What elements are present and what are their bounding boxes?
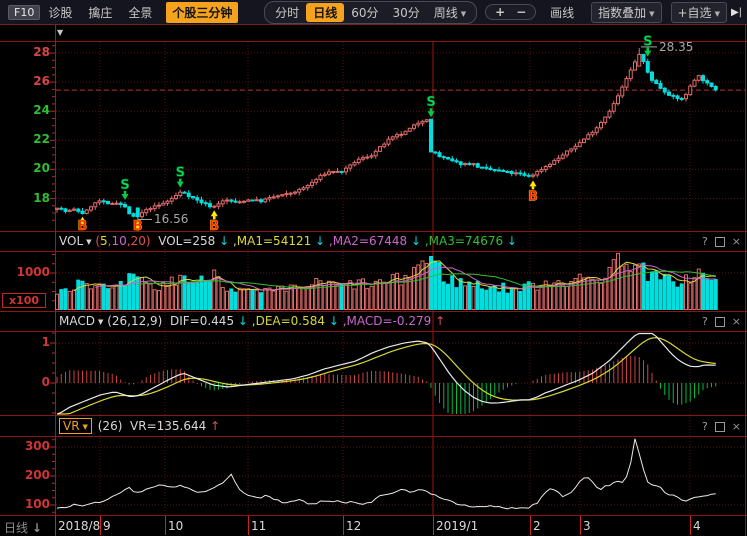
indicator-selector[interactable]: VOL▼ xyxy=(59,234,92,248)
header-value: ↓ xyxy=(315,234,325,248)
collapse-panel-icon[interactable]: ▶| xyxy=(731,7,742,18)
help-icon[interactable]: ? xyxy=(702,420,708,433)
indicator-selector[interactable]: VR▼ xyxy=(59,418,92,434)
header-value: ↑ xyxy=(435,314,445,328)
header-value: ↓ xyxy=(507,234,517,248)
sell-signal-label: S xyxy=(426,95,435,110)
axis-tick-label: 300 xyxy=(0,439,50,453)
header-value: VR=135.644 xyxy=(130,419,210,433)
chevron-down-icon: ▼ xyxy=(649,10,654,18)
buy-signal-arrow-icon xyxy=(211,210,218,219)
axis-tick-label: 24 xyxy=(0,103,50,117)
header-value: ,DEA=0.584 xyxy=(248,314,329,328)
time-axis-month-label: 9 xyxy=(103,519,111,533)
chevron-down-icon: ▼ xyxy=(83,423,88,431)
time-axis-month-label: 2 xyxy=(533,519,541,533)
stock-chart-app: BBBBSSSS F10 诊股擒庄全景 个股三分钟 分时日线60分30分周线▼ … xyxy=(0,0,747,536)
maximize-icon[interactable] xyxy=(715,317,725,327)
axis-tick-label: 22 xyxy=(0,132,50,146)
axis-tick-label: 1 xyxy=(0,335,50,349)
header-value: ↓ xyxy=(219,234,229,248)
maximize-icon[interactable] xyxy=(715,237,725,247)
axis-tick-label: 20 xyxy=(0,161,50,175)
header-value: ↓ xyxy=(411,234,421,248)
low-price-annotation: 16.56 xyxy=(154,212,188,226)
chart-canvas[interactable]: BBBBSSSS xyxy=(0,0,747,536)
buy-signal-arrow-icon xyxy=(530,180,537,189)
period-tab-30分[interactable]: 30分 xyxy=(385,3,426,22)
time-axis-month-label: 12 xyxy=(346,519,361,533)
high-price-annotation: 28.35 xyxy=(659,40,693,54)
toolbar: F10 诊股 擒庄 全景 个股三分钟 分时日线60分30分周线▼ + − 画线 指数… xyxy=(0,0,747,25)
time-axis-month-label: 2018/8 xyxy=(58,519,100,533)
axis-tick-label: 0 xyxy=(0,375,50,389)
header-value: 20 xyxy=(131,234,146,248)
axis-tick-label: 28 xyxy=(0,45,50,59)
macd-pane-header[interactable]: MACD▼ (26,12,9) DIF=0.445 ↓ ,DEA=0.584 ↓… xyxy=(59,311,445,331)
f10-button[interactable]: F10 xyxy=(8,5,40,20)
toolbar-button-全景[interactable]: 全景 xyxy=(128,6,152,20)
indicator-selector[interactable]: MACD▼ xyxy=(59,314,103,328)
arrow-down-icon: ↓ xyxy=(32,521,42,535)
sell-signal-label: S xyxy=(120,178,129,193)
header-value: 10 xyxy=(112,234,127,248)
header-value: ↑ xyxy=(210,419,220,433)
header-value: 5 xyxy=(100,234,108,248)
axis-tick-label: 1000 xyxy=(0,265,50,279)
period-tab-group: 分时日线60分30分周线▼ xyxy=(264,1,477,24)
help-icon[interactable]: ? xyxy=(702,315,708,328)
period-tab-周线[interactable]: 周线▼ xyxy=(427,3,473,22)
zoom-in-button[interactable]: + xyxy=(495,5,505,19)
axis-tick-label: 18 xyxy=(0,191,50,205)
maximize-icon[interactable] xyxy=(715,422,725,432)
time-axis-month-label: 3 xyxy=(583,519,591,533)
header-value: VOL=258 xyxy=(151,234,220,248)
index-overlay-dropdown[interactable]: 指数叠加▼ xyxy=(591,2,661,23)
time-axis-month-label: 11 xyxy=(251,519,266,533)
header-value: ,MA3=74676 xyxy=(421,234,507,248)
axis-tick-label: 100 xyxy=(0,497,50,511)
vol-pane-header[interactable]: VOL▼ (5,10,20) VOL=258 ↓ ,MA1=54121 ↓ ,M… xyxy=(59,231,517,251)
period-tab-分时[interactable]: 分时 xyxy=(268,3,306,22)
vr-pane-header[interactable]: VR▼ (26) VR=135.644 ↑ xyxy=(59,416,220,436)
stock-3min-button[interactable]: 个股三分钟 xyxy=(166,2,238,23)
header-value: (26) xyxy=(94,419,130,433)
add-watchlist-dropdown[interactable]: +自选▼ xyxy=(671,2,727,23)
buy-signal-label: B xyxy=(528,189,538,204)
header-value: ,MA2=67448 xyxy=(325,234,411,248)
header-value: ↓ xyxy=(238,314,248,328)
chevron-down-icon: ▼ xyxy=(715,10,720,18)
close-icon[interactable]: × xyxy=(732,235,741,248)
toolbar-button-擒庄[interactable]: 擒庄 xyxy=(88,6,112,20)
draw-line-button[interactable]: 画线 xyxy=(550,4,574,21)
volume-unit-label: x100 xyxy=(2,293,46,308)
time-axis-month-label: 10 xyxy=(168,519,183,533)
period-tab-60分[interactable]: 60分 xyxy=(344,3,385,22)
header-value: DIF=0.445 xyxy=(170,314,238,328)
toolbar-button-诊股[interactable]: 诊股 xyxy=(48,6,72,20)
close-icon[interactable]: × xyxy=(732,420,741,433)
time-axis-period-label[interactable]: 日线 ↓ xyxy=(4,519,42,536)
header-value: (26,12,9) xyxy=(103,314,170,328)
header-value: ↓ xyxy=(329,314,339,328)
time-axis-month-label: 2019/1 xyxy=(436,519,478,533)
zoom-out-button[interactable]: − xyxy=(516,5,526,19)
header-value: ,MACD=-0.279 xyxy=(339,314,435,328)
zoom-controls: + − xyxy=(485,4,536,20)
header-value: ( xyxy=(92,234,101,248)
header-value: ,MA1=54121 xyxy=(229,234,315,248)
main-indicator-dropdown-icon[interactable]: ▼ xyxy=(57,28,63,37)
sell-signal-label: S xyxy=(176,166,185,181)
time-axis-month-label: 4 xyxy=(693,519,701,533)
close-icon[interactable]: × xyxy=(732,315,741,328)
axis-tick-label: 26 xyxy=(0,74,50,88)
help-icon[interactable]: ? xyxy=(702,235,708,248)
chevron-down-icon: ▼ xyxy=(461,10,466,18)
period-tab-日线[interactable]: 日线 xyxy=(306,3,344,22)
axis-tick-label: 200 xyxy=(0,468,50,482)
